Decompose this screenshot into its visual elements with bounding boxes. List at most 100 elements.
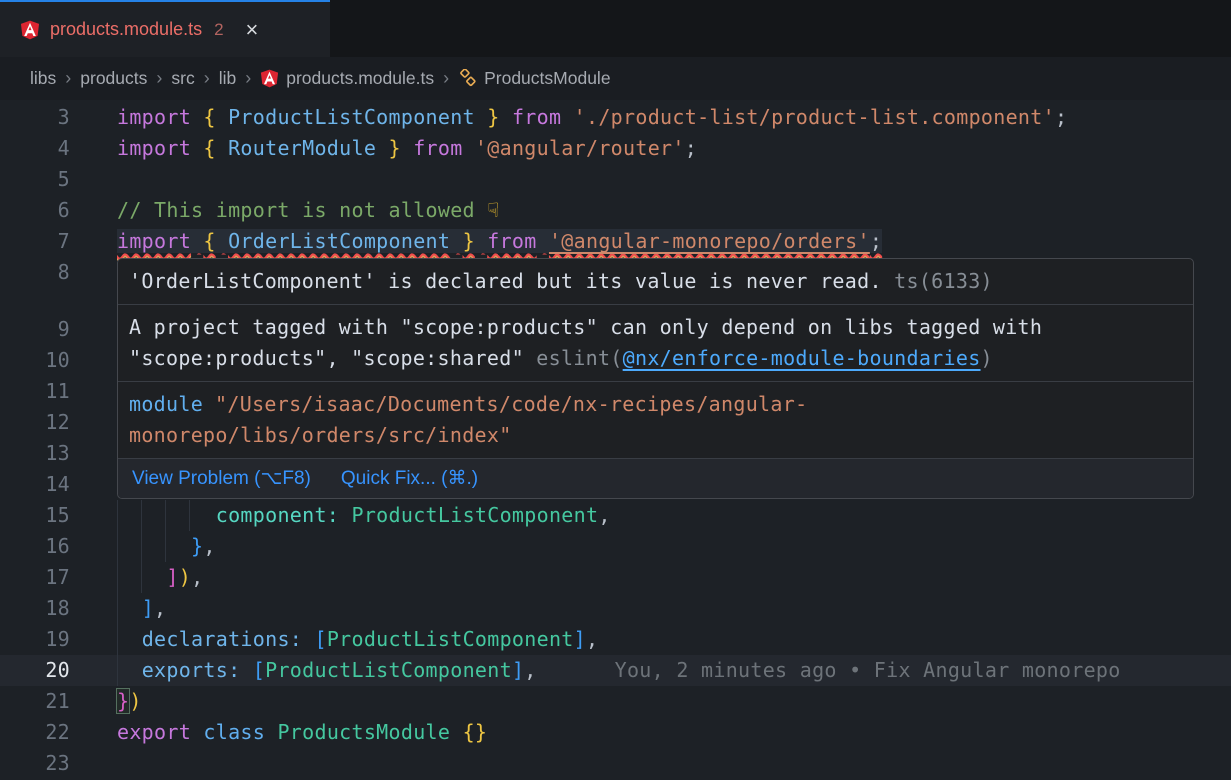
line-number: 9	[0, 314, 117, 345]
code-line-22[interactable]: 22export class ProductsModule {}	[0, 717, 1231, 748]
code-text: // This import is not allowed ☟	[117, 195, 500, 226]
code-token: declarations:	[142, 627, 302, 651]
close-icon[interactable]: ×	[246, 19, 259, 41]
git-blame-annotation: You, 2 minutes ago • Fix Angular monorep…	[615, 658, 1121, 682]
code-token	[302, 627, 314, 651]
line-number: 7	[0, 226, 117, 257]
code-line-15[interactable]: 15 component: ProductListComponent,	[0, 500, 1231, 531]
line-number: 6	[0, 195, 117, 226]
code-text: component: ProductListComponent,	[117, 500, 611, 531]
code-token: ,	[203, 534, 215, 558]
breadcrumb-item-products[interactable]: products	[80, 68, 147, 89]
code-token	[401, 136, 413, 160]
code-token: }	[487, 105, 499, 129]
code-token	[463, 136, 475, 160]
angular-icon	[260, 69, 279, 88]
code-line-23[interactable]: 23	[0, 748, 1231, 779]
code-token	[191, 720, 203, 744]
code-token: from	[512, 105, 561, 129]
line-number: 19	[0, 624, 117, 655]
code-token: ]	[574, 627, 586, 651]
code-token	[475, 105, 487, 129]
code-line-16[interactable]: 16 },	[0, 531, 1231, 562]
code-line-18[interactable]: 18 ],	[0, 593, 1231, 624]
line-number: 16	[0, 531, 117, 562]
code-token: ,	[586, 627, 598, 651]
code-token: ProductListComponent	[352, 503, 599, 527]
code-token: ,	[524, 658, 536, 682]
breadcrumb-label: lib	[219, 68, 237, 89]
module-path: "/Users/isaac/Documents/code/nx-recipes/…	[129, 392, 807, 447]
code-text: import { ProductListComponent } from './…	[117, 102, 1067, 133]
breadcrumb-separator-icon: ›	[245, 68, 251, 89]
code-token	[450, 229, 462, 253]
code-token: import	[117, 136, 191, 160]
breadcrumb-item-src[interactable]: src	[171, 68, 194, 89]
code-token	[500, 105, 512, 129]
code-token: ;	[1055, 105, 1067, 129]
line-number: 5	[0, 164, 117, 195]
code-editor[interactable]: 3import { ProductListComponent } from '.…	[0, 100, 1231, 780]
code-line-5[interactable]: 5	[0, 164, 1231, 195]
code-token: './product-list/product-list.component'	[574, 105, 1055, 129]
code-line-19[interactable]: 19 declarations: [ProductListComponent],	[0, 624, 1231, 655]
code-line-6[interactable]: 6// This import is not allowed ☟	[0, 195, 1231, 226]
breadcrumb-item-lib[interactable]: lib	[219, 68, 237, 89]
code-token	[191, 136, 203, 160]
code-token: {	[203, 105, 215, 129]
code-line-3[interactable]: 3import { ProductListComponent } from '.…	[0, 102, 1231, 133]
tab-products-module[interactable]: products.module.ts 2 ×	[0, 0, 330, 57]
code-token: ProductListComponent	[327, 627, 574, 651]
code-token: }	[191, 534, 203, 558]
breadcrumb-separator-icon: ›	[204, 68, 210, 89]
breadcrumb-separator-icon: ›	[443, 68, 449, 89]
line-number: 14	[0, 469, 117, 500]
code-token: '@angular/router'	[475, 136, 685, 160]
breadcrumb-item-productsmodule[interactable]: ProductsModule	[458, 68, 610, 89]
code-token: '@angular-monorepo/orders'	[549, 229, 870, 253]
line-number: 18	[0, 593, 117, 624]
tab-problems-badge: 2	[214, 20, 223, 40]
eslint-source-suffix: )	[981, 346, 993, 370]
code-line-21[interactable]: 21})	[0, 686, 1231, 717]
code-token	[117, 658, 142, 682]
code-token	[117, 565, 166, 589]
error-squiggle: import { OrderListComponent } from '@ang…	[117, 229, 882, 253]
breadcrumb-item-libs[interactable]: libs	[30, 68, 56, 89]
breadcrumb-item-products-module-ts[interactable]: products.module.ts	[260, 68, 434, 89]
code-token	[216, 136, 228, 160]
eslint-source-prefix: eslint(	[524, 346, 623, 370]
code-token	[339, 503, 351, 527]
line-number: 11	[0, 376, 117, 407]
quick-fix-button[interactable]: Quick Fix... (⌘.)	[341, 467, 478, 490]
breadcrumb-label: products	[80, 68, 147, 89]
code-line-17[interactable]: 17 ]),	[0, 562, 1231, 593]
code-token: {}	[463, 720, 488, 744]
eslint-rule-link[interactable]: @nx/enforce-module-boundaries	[623, 346, 981, 370]
line-number: 21	[0, 686, 117, 717]
code-token: // This import is not allowed	[117, 198, 487, 222]
code-token: ☟	[487, 198, 499, 222]
code-token: RouterModule	[228, 136, 376, 160]
code-line-20[interactable]: 20 exports: [ProductListComponent],You, …	[0, 655, 1231, 686]
code-text: export class ProductsModule {}	[117, 717, 487, 748]
line-number: 13	[0, 438, 117, 469]
breadcrumb-label: src	[171, 68, 194, 89]
code-text: },	[117, 531, 216, 562]
hover-ts-error: 'OrderListComponent' is declared but its…	[118, 259, 1193, 304]
line-number: 17	[0, 562, 117, 593]
code-line-7[interactable]: 7import { OrderListComponent } from '@an…	[0, 226, 1231, 257]
code-line-4[interactable]: 4import { RouterModule } from '@angular/…	[0, 133, 1231, 164]
breadcrumb-separator-icon: ›	[65, 68, 71, 89]
code-token: OrderListComponent	[228, 229, 450, 253]
code-token	[191, 105, 203, 129]
code-token	[561, 105, 573, 129]
code-token: export	[117, 720, 191, 744]
code-token	[117, 534, 191, 558]
code-token: ;	[870, 229, 882, 253]
code-token: }	[389, 136, 401, 160]
code-token	[265, 720, 277, 744]
code-token: )	[129, 689, 141, 713]
line-number: 22	[0, 717, 117, 748]
view-problem-button[interactable]: View Problem (⌥F8)	[132, 467, 311, 490]
